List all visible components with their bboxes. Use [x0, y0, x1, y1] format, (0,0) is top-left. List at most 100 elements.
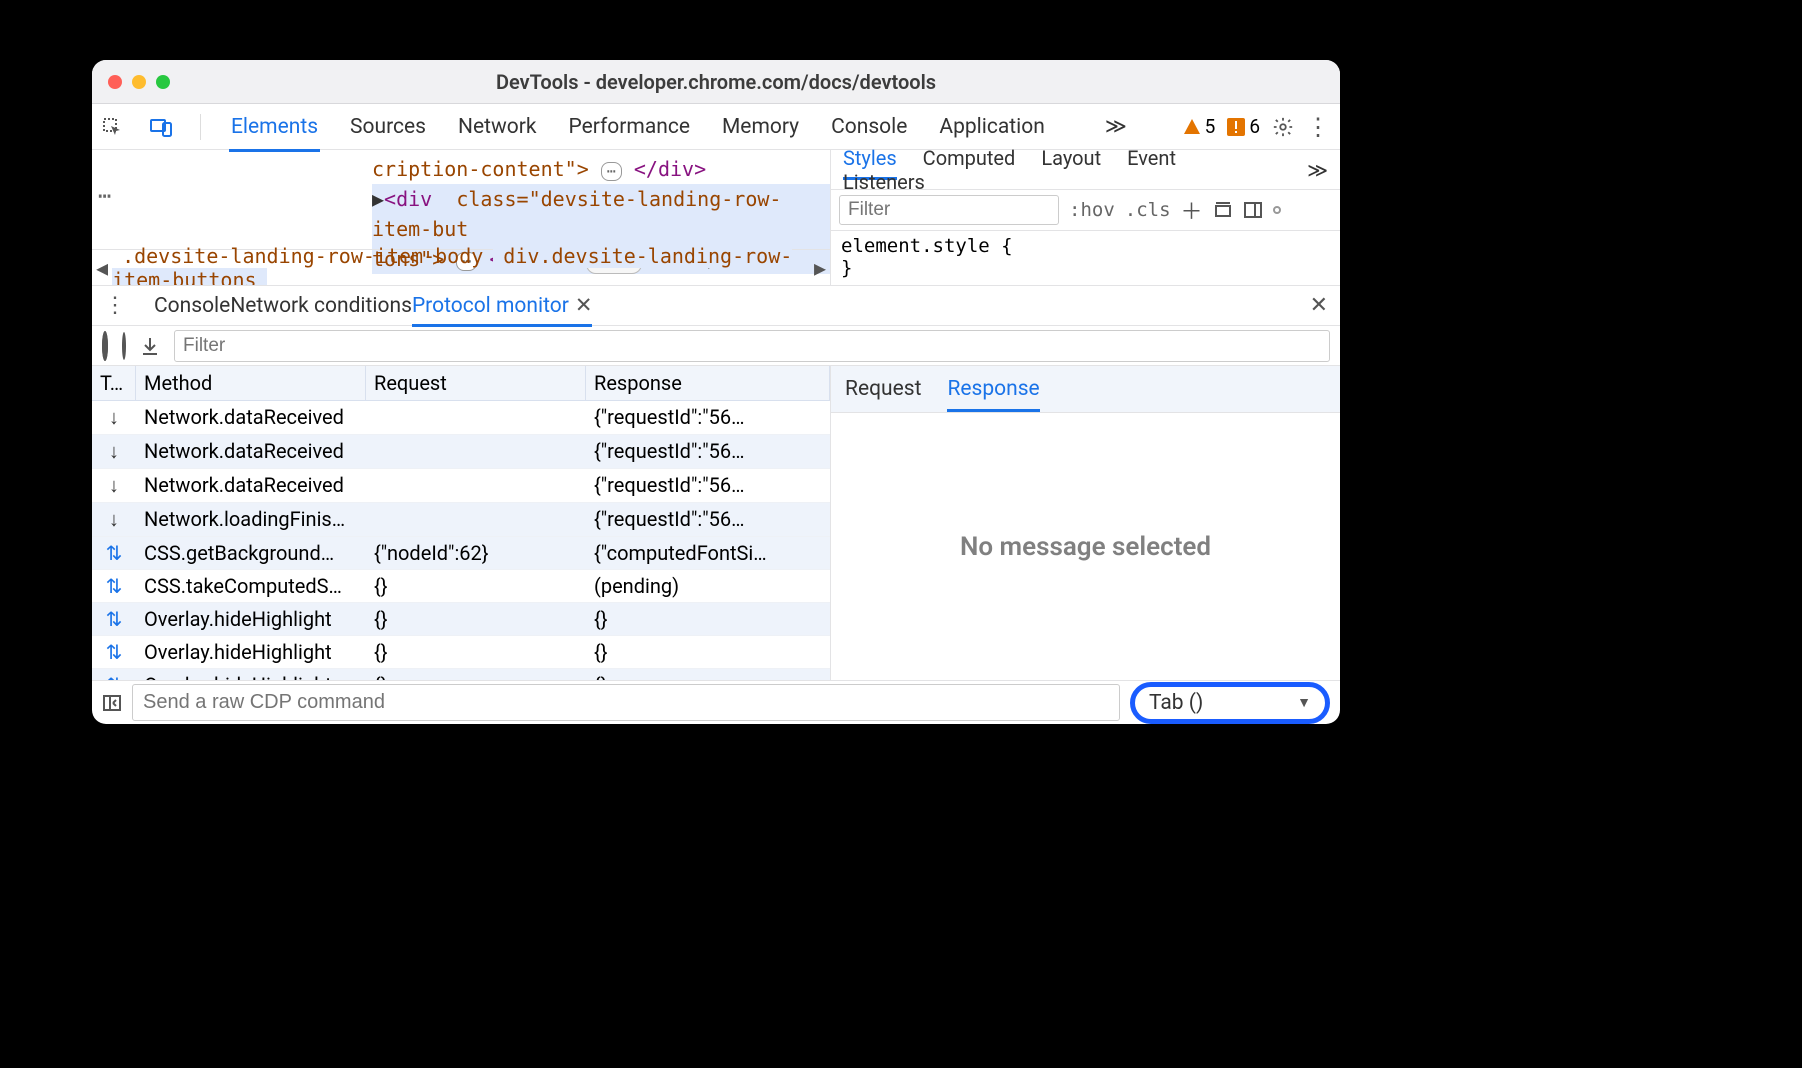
style-rule-line: element.style { — [841, 235, 1330, 257]
target-selector[interactable]: Tab () ▼ — [1130, 682, 1330, 724]
breadcrumb-next[interactable]: ▶ — [810, 256, 830, 280]
inspect-icon[interactable] — [102, 117, 122, 137]
down-arrow-icon: ↓ — [92, 401, 136, 434]
zoom-window-button[interactable] — [156, 75, 170, 89]
devtools-window: DevTools - developer.chrome.com/docs/dev… — [92, 60, 1340, 724]
main-tab-sources[interactable]: Sources — [348, 105, 428, 149]
table-row[interactable]: ⇅CSS.takeComputedS…{}(pending) — [92, 570, 830, 603]
down-arrow-icon: ↓ — [92, 503, 136, 536]
breadcrumb-item[interactable]: .devsite-landing-row-item-body — [112, 244, 493, 268]
cell-response: {"requestId":"56… — [586, 469, 830, 502]
cell-response: {"computedFontSi… — [586, 537, 830, 569]
device-toolbar-icon[interactable] — [150, 117, 172, 137]
main-tabs-overflow[interactable]: ≫ — [1103, 104, 1129, 149]
cls-toggle[interactable]: .cls — [1125, 199, 1171, 221]
cell-response: {} — [586, 636, 830, 668]
cell-request — [366, 401, 586, 434]
cell-response: {"requestId":"56… — [586, 401, 830, 434]
style-rule-line: } — [841, 257, 1330, 279]
drawer-close-icon[interactable]: ✕ — [1310, 293, 1328, 318]
clear-button[interactable] — [122, 334, 126, 358]
more-menu-icon[interactable]: ⋮ — [1306, 113, 1330, 141]
settings-icon[interactable] — [1272, 116, 1294, 138]
warnings-badge[interactable]: 5 — [1183, 115, 1216, 138]
col-response[interactable]: Response — [586, 366, 830, 400]
warnings-count: 5 — [1205, 115, 1216, 138]
cell-method: CSS.getBackground… — [136, 537, 366, 569]
close-window-button[interactable] — [108, 75, 122, 89]
bidirectional-arrow-icon: ⇅ — [92, 669, 136, 680]
styles-tab-layout[interactable]: Layout — [1041, 139, 1101, 177]
drawer-tab-protocol-monitor[interactable]: Protocol monitor✕ — [412, 288, 593, 327]
issues-badge[interactable]: 6 — [1227, 115, 1260, 138]
ellipsis-pill[interactable]: ⋯ — [601, 162, 622, 181]
cell-response: {"requestId":"56… — [586, 435, 830, 468]
table-row[interactable]: ↓Network.loadingFinis… {"requestId":"56… — [92, 503, 830, 537]
left-panel-toggle-icon[interactable] — [102, 693, 122, 713]
cell-method: Network.dataReceived — [136, 435, 366, 468]
down-arrow-icon: ↓ — [92, 435, 136, 468]
main-tab-memory[interactable]: Memory — [720, 105, 801, 149]
flexbox-editor-icon[interactable] — [1213, 200, 1233, 220]
drawer-more-icon[interactable]: ⋮ — [104, 293, 126, 318]
col-request[interactable]: Request — [366, 366, 586, 400]
col-method[interactable]: Method — [136, 366, 366, 400]
table-row[interactable]: ↓Network.dataReceived {"requestId":"56… — [92, 401, 830, 435]
table-row[interactable]: ↓Network.dataReceived {"requestId":"56… — [92, 435, 830, 469]
issues-count: 6 — [1249, 115, 1260, 138]
col-type[interactable]: T… — [92, 366, 136, 400]
dom-text: <div — [384, 187, 432, 211]
table-row[interactable]: ↓Network.dataReceived{"requestId":"56… — [92, 469, 830, 503]
cell-request: {} — [366, 636, 586, 668]
cell-request — [366, 435, 586, 468]
table-row[interactable]: ⇅CSS.getBackground…{"nodeId":62}{"comput… — [92, 537, 830, 570]
cell-response: (pending) — [586, 570, 830, 602]
cell-request: {} — [366, 603, 586, 635]
cell-response: {} — [586, 603, 830, 635]
breadcrumb-prev[interactable]: ◀ — [92, 256, 112, 280]
computed-sidebar-icon[interactable] — [1243, 200, 1263, 220]
table-row[interactable]: ⇅Overlay.hideHighlight{}{} — [92, 669, 830, 680]
protocol-monitor-toolbar — [92, 326, 1340, 366]
protocol-monitor-footer: Tab () ▼ — [92, 680, 1340, 724]
close-icon[interactable]: ✕ — [575, 294, 593, 318]
styles-rules[interactable]: element.style { } — [831, 231, 1340, 283]
minimize-window-button[interactable] — [132, 75, 146, 89]
cell-method: Network.loadingFinis… — [136, 503, 366, 536]
hov-toggle[interactable]: :hov — [1069, 199, 1115, 221]
record-button[interactable] — [102, 334, 108, 358]
protocol-monitor-body: T… Method Request Response ↓Network.data… — [92, 366, 1340, 680]
cdp-command-input[interactable] — [132, 684, 1120, 721]
new-style-rule-icon[interactable]: ＋ — [1181, 194, 1203, 226]
styles-filter-input[interactable] — [839, 195, 1059, 225]
main-tab-elements[interactable]: Elements — [229, 105, 320, 152]
down-arrow-icon: ↓ — [92, 469, 136, 502]
chevron-down-icon: ▼ — [1297, 694, 1311, 711]
protocol-grid: T… Method Request Response ↓Network.data… — [92, 366, 830, 680]
table-row[interactable]: ⇅Overlay.hideHighlight{}{} — [92, 603, 830, 636]
bidirectional-arrow-icon: ⇅ — [92, 636, 136, 668]
cell-request — [366, 469, 586, 502]
cell-method: Network.dataReceived — [136, 401, 366, 434]
dom-text: cription-content"> — [372, 157, 589, 181]
styles-tab-computed[interactable]: Computed — [923, 139, 1016, 177]
styles-tabs-overflow[interactable]: ≫ — [1307, 151, 1328, 189]
dom-text: </div> — [634, 157, 706, 181]
protocol-side-tabs: Request Response — [831, 366, 1340, 413]
protocol-filter-input[interactable] — [174, 330, 1330, 362]
rendering-emulation-dot[interactable] — [1273, 206, 1281, 214]
main-tab-performance[interactable]: Performance — [566, 105, 691, 149]
side-tab-response[interactable]: Response — [947, 373, 1039, 412]
drawer-tab-console[interactable]: Console — [154, 288, 230, 324]
cell-response: {"requestId":"56… — [586, 503, 830, 536]
drawer-tab-network-conditions[interactable]: Network conditions — [230, 288, 412, 324]
dom-tree[interactable]: ⋯ cription-content"> ⋯ </div> ▶<div clas… — [92, 150, 830, 285]
dom-overflow-indicator: ⋯ — [98, 184, 113, 209]
side-tab-request[interactable]: Request — [845, 373, 921, 412]
cell-method: Overlay.hideHighlight — [136, 669, 366, 680]
cell-method: CSS.takeComputedS… — [136, 570, 366, 602]
main-tab-network[interactable]: Network — [456, 105, 539, 149]
table-row[interactable]: ⇅Overlay.hideHighlight{}{} — [92, 636, 830, 669]
titlebar: DevTools - developer.chrome.com/docs/dev… — [92, 60, 1340, 104]
save-button[interactable] — [140, 336, 160, 356]
